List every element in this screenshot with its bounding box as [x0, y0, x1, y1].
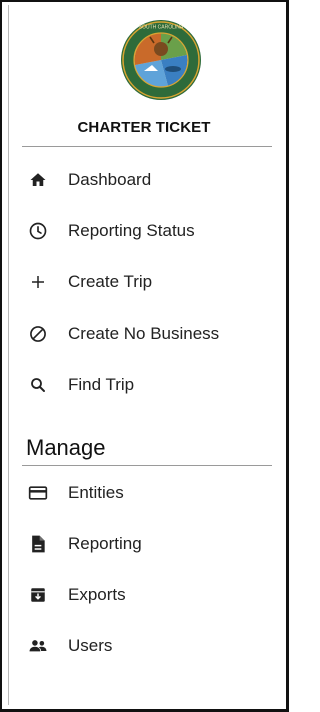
home-icon: [28, 170, 48, 190]
search-icon: [28, 375, 48, 395]
nav-label: Dashboard: [68, 170, 152, 189]
nav-label: Create Trip: [68, 272, 153, 291]
title-divider: [22, 146, 272, 147]
document-icon: [28, 534, 48, 554]
nav-label: Create No Business: [68, 324, 220, 343]
app-title: CHARTER TICKET: [77, 119, 211, 136]
sidebar-inner-border: [8, 5, 9, 705]
nav-item-create-no-business[interactable]: Create No Business: [22, 317, 272, 351]
plus-icon: [28, 272, 48, 292]
nav-label: Exports: [68, 585, 126, 604]
nav-item-find-trip[interactable]: Find Trip: [22, 368, 272, 402]
nav-item-create-trip[interactable]: Create Trip: [22, 265, 272, 299]
nav-item-entities[interactable]: Entities: [22, 476, 272, 510]
card-icon: [28, 483, 48, 503]
sc-dnr-logo: SOUTH CAROLINA: [120, 19, 202, 101]
users-icon: [28, 636, 48, 656]
nav-label: Users: [68, 636, 113, 655]
nav-item-dashboard[interactable]: Dashboard: [22, 163, 272, 197]
block-icon: [28, 324, 48, 344]
nav-label: Entities: [68, 483, 124, 502]
nav-item-reporting-status[interactable]: Reporting Status: [22, 214, 272, 248]
nav-item-exports[interactable]: Exports: [22, 578, 272, 612]
svg-text:SOUTH CAROLINA: SOUTH CAROLINA: [139, 25, 184, 31]
nav-item-users[interactable]: Users: [22, 629, 272, 663]
nav-label: Reporting: [68, 534, 142, 553]
archive-icon: [28, 585, 48, 605]
nav-label: Reporting Status: [68, 221, 195, 240]
sidebar-frame: SOUTH CAROLINA CHARTER TICKET Dashboard …: [0, 0, 289, 712]
manage-divider: [22, 465, 272, 466]
nav-label: Find Trip: [68, 375, 135, 394]
clock-icon: [28, 221, 48, 241]
manage-heading: Manage: [26, 435, 106, 460]
nav-item-reporting[interactable]: Reporting: [22, 527, 272, 561]
